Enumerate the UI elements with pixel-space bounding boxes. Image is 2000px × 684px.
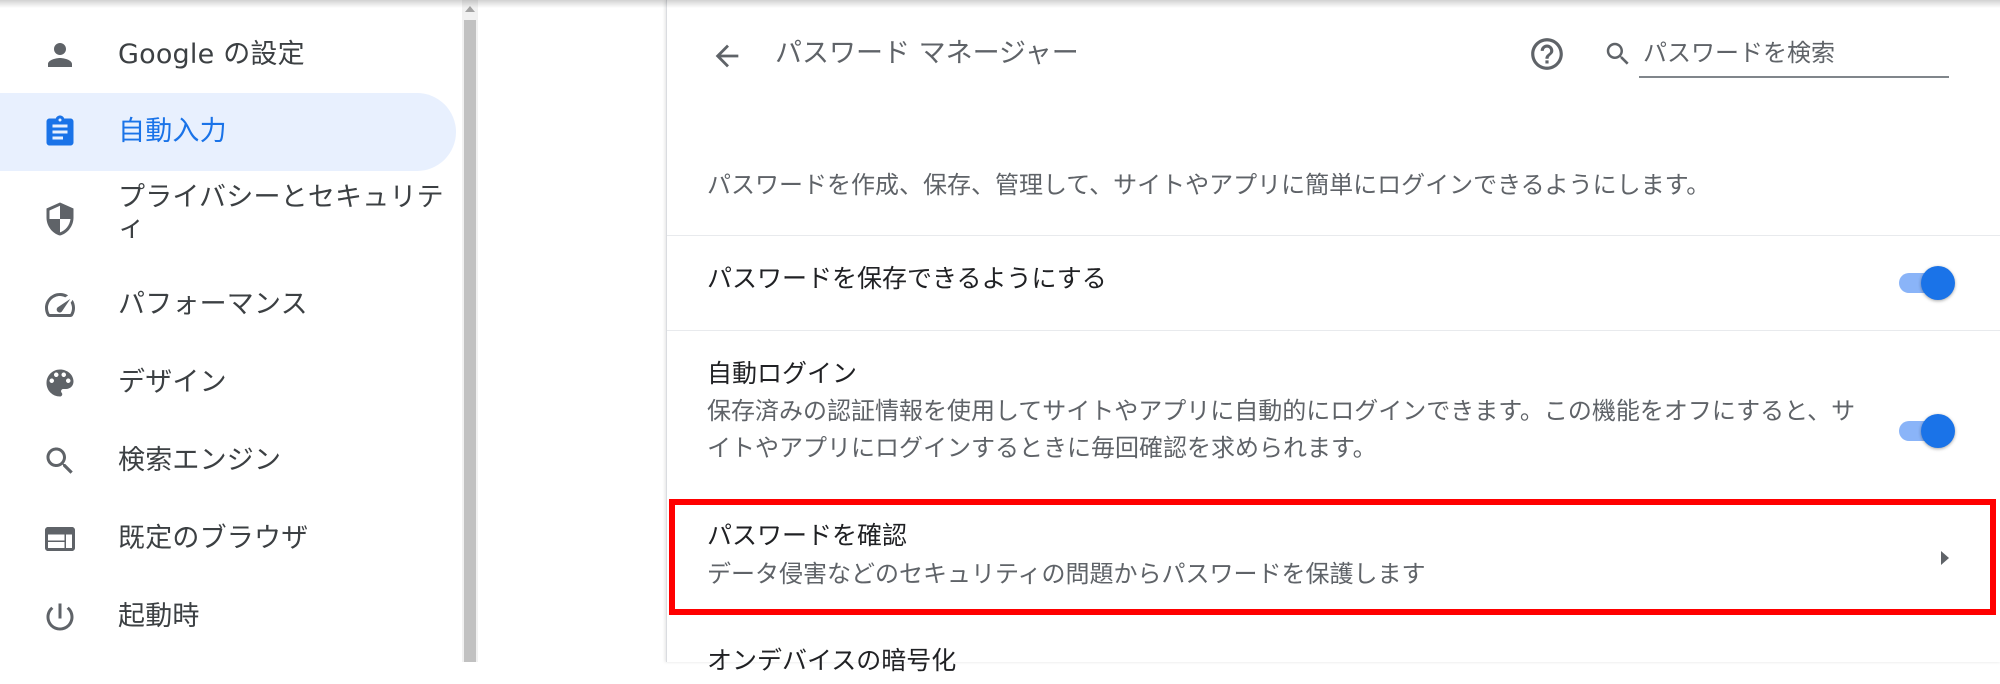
sidebar-item-default-browser[interactable]: 既定のブラウザ bbox=[0, 500, 456, 578]
password-search bbox=[1603, 30, 1949, 80]
sidebar-item-label: 検索エンジン bbox=[118, 445, 282, 476]
sidebar-item-label: プライバシーとセキュリティ bbox=[118, 182, 444, 243]
setting-row-check-passwords[interactable]: パスワードを確認 データ侵害などのセキュリティの問題からパスワードを保護します bbox=[667, 499, 2000, 615]
offer-save-toggle[interactable] bbox=[1897, 264, 1955, 300]
setting-row-on-device-encryption[interactable]: オンデバイスの暗号化 bbox=[667, 624, 2000, 684]
search-icon bbox=[42, 443, 78, 479]
palette-icon bbox=[42, 365, 78, 401]
arrow-back-icon bbox=[715, 44, 739, 68]
speedometer-icon bbox=[42, 287, 78, 323]
search-input[interactable] bbox=[1639, 30, 1949, 78]
setting-row-title: パスワードを保存できるようにする bbox=[707, 264, 1107, 293]
scrollbar-thumb[interactable] bbox=[464, 20, 476, 662]
clipboard-icon bbox=[42, 114, 78, 150]
sidebar-item-label: 既定のブラウザ bbox=[118, 523, 309, 554]
sidebar-item-label: 起動時 bbox=[118, 601, 200, 632]
page-title: パスワード マネージャー bbox=[775, 38, 1079, 69]
sidebar-item-label: デザイン bbox=[118, 367, 227, 398]
setting-row-offer-save: パスワードを保存できるようにする bbox=[667, 236, 2000, 330]
arrow-right-icon bbox=[1941, 551, 1949, 565]
sidebar-item-search-engine[interactable]: 検索エンジン bbox=[0, 422, 456, 500]
sidebar-item-label: Google の設定 bbox=[118, 39, 305, 70]
sidebar-item-on-startup[interactable]: 起動時 bbox=[0, 578, 456, 656]
scroll-up-arrow-icon[interactable] bbox=[465, 6, 475, 12]
person-icon bbox=[42, 37, 78, 73]
sidebar-item-google-settings[interactable]: Google の設定 bbox=[0, 16, 456, 94]
power-icon bbox=[42, 599, 78, 635]
setting-row-title: オンデバイスの暗号化 bbox=[707, 646, 957, 675]
sidebar-item-performance[interactable]: パフォーマンス bbox=[0, 266, 456, 344]
setting-row-subtitle: 保存済みの認証情報を使用してサイトやアプリに自動的にログインできます。この機能を… bbox=[707, 397, 1856, 462]
sidebar-item-label: 自動入力 bbox=[118, 116, 227, 147]
help-button[interactable] bbox=[1525, 32, 1569, 76]
sidebar-item-privacy-security[interactable]: プライバシーとセキュリティ bbox=[0, 180, 456, 258]
sidebar-item-appearance[interactable]: デザイン bbox=[0, 344, 456, 422]
search-icon bbox=[1603, 39, 1633, 69]
setting-row-auto-signin: 自動ログイン 保存済みの認証情報を使用してサイトやアプリに自動的にログインできま… bbox=[667, 331, 2000, 495]
password-manager-card: パスワード マネージャー パスワードを作成、保存、管理して、サイトやアプリに簡単… bbox=[666, 0, 2000, 675]
settings-sidebar: Google の設定 自動入力 プライバシーとセキュリティ パフォーマンス デザ… bbox=[0, 0, 462, 662]
back-button[interactable] bbox=[705, 34, 749, 78]
auto-signin-toggle[interactable] bbox=[1897, 412, 1955, 448]
sidebar-item-autofill[interactable]: 自動入力 bbox=[0, 93, 456, 171]
toggle-knob bbox=[1921, 266, 1955, 300]
browser-window-icon bbox=[42, 521, 78, 557]
setting-row-title: 自動ログイン bbox=[707, 359, 858, 388]
sidebar-item-label: パフォーマンス bbox=[118, 289, 308, 320]
sidebar-scrollbar[interactable] bbox=[462, 0, 478, 662]
help-circle-icon bbox=[1531, 38, 1563, 70]
shield-icon bbox=[42, 201, 78, 237]
check-passwords-arrow-button[interactable] bbox=[1931, 544, 1959, 572]
setting-row-subtitle: データ侵害などのセキュリティの問題からパスワードを保護します bbox=[707, 560, 1426, 588]
setting-row-title: パスワードを確認 bbox=[707, 521, 908, 550]
toggle-knob bbox=[1921, 414, 1955, 448]
page-description: パスワードを作成、保存、管理して、サイトやアプリに簡単にログインできるようにしま… bbox=[707, 171, 1711, 199]
